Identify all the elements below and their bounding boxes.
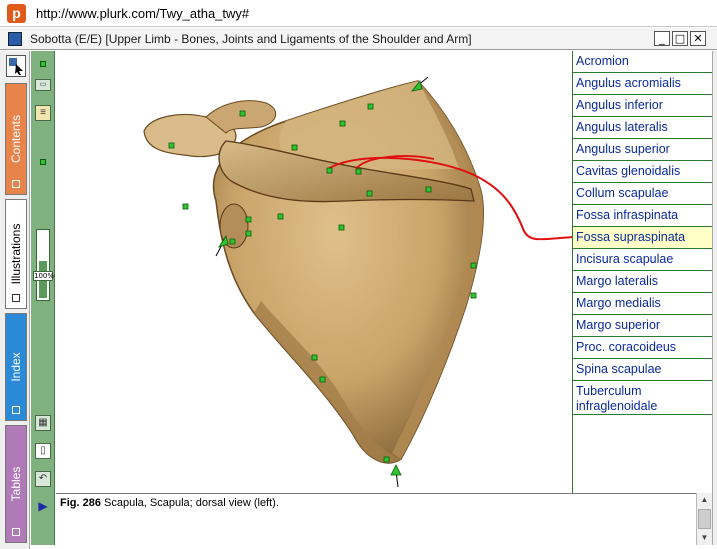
label-item-text: Margo lateralis [576, 274, 658, 288]
label-item[interactable]: Angulus superior [573, 139, 713, 161]
scapula-illustration [143, 76, 575, 488]
scroll-up-icon[interactable]: ▲ [697, 493, 712, 507]
label-item[interactable]: Fossa supraspinata [573, 227, 713, 249]
print-icon[interactable]: ▭ [35, 79, 51, 91]
label-list: Acromion Angulus acromialis Angulus inferi… [572, 51, 713, 493]
label-item[interactable]: Angulus inferior [573, 95, 713, 117]
pointer-tool-icon[interactable] [6, 55, 26, 77]
maximize-button[interactable]: □ [672, 31, 688, 46]
label-item-text: Spina scapulae [576, 362, 662, 376]
tab-index-marker-icon [12, 406, 20, 414]
label-item[interactable]: Tuberculum infraglenoidale [573, 381, 713, 415]
zoom-label: 100% [33, 271, 55, 281]
label-item[interactable]: Collum scapulae [573, 183, 713, 205]
label-item-text: Fossa infraspinata [576, 208, 679, 222]
scroll-thumb[interactable] [698, 509, 711, 529]
label-item[interactable]: Proc. coracoideus [573, 337, 713, 359]
tab-tables-label: Tables [9, 466, 23, 502]
tab-tables[interactable]: Tables [5, 425, 27, 543]
tab-illustrations[interactable]: Illustrations [5, 199, 27, 309]
arrow-marker-bottom [390, 464, 402, 488]
tools-bar: ▭ ≡ 100% ▦ ▯ ↶ ▶ [31, 51, 55, 545]
label-item[interactable]: Angulus lateralis [573, 117, 713, 139]
supraspinous-fossa [279, 81, 468, 170]
tab-contents-marker-icon [12, 180, 20, 188]
figure-caption: Fig. 286 Scapula, Scapula; dorsal view (… [56, 493, 696, 545]
label-item-text: Margo superior [576, 318, 661, 332]
tab-illustrations-marker-icon [12, 294, 20, 302]
grid-icon[interactable]: ▦ [35, 415, 51, 431]
label-item-text: Proc. coracoideus [576, 340, 677, 354]
figure-number: Fig. 286 [60, 497, 101, 509]
label-item[interactable]: Margo superior [573, 315, 713, 337]
window-title: Sobotta (E/E) [Upper Limb - Bones, Joint… [30, 32, 472, 46]
label-item-text: Tuberculum infraglenoidale [576, 384, 658, 413]
page-icon[interactable]: ▯ [35, 443, 51, 459]
marker-dot-icon [40, 159, 46, 165]
label-item-text: Fossa supraspinata [576, 230, 686, 244]
close-button[interactable]: ✕ [690, 31, 706, 46]
scroll-down-icon[interactable]: ▼ [697, 531, 712, 545]
label-item[interactable]: Margo medialis [573, 293, 713, 315]
illustration-view[interactable] [56, 51, 575, 493]
tab-illustrations-label: Illustrations [9, 223, 23, 285]
url-text[interactable]: http://www.plurk.com/Twy_atha_twy# [36, 6, 249, 21]
marker-dot-icon [40, 61, 46, 67]
label-item-text: Angulus acromialis [576, 76, 681, 90]
caption-scrollbar[interactable]: ▲ ▼ [696, 493, 712, 545]
tab-tables-marker-icon [12, 528, 20, 536]
notes-icon[interactable]: ≡ [35, 105, 51, 121]
label-item-text: Angulus lateralis [576, 120, 668, 134]
sobotta-app-icon [8, 32, 22, 46]
label-item[interactable]: Cavitas glenoidalis [573, 161, 713, 183]
window-titlebar: Sobotta (E/E) [Upper Limb - Bones, Joint… [0, 28, 717, 50]
url-bar[interactable]: p http://www.plurk.com/Twy_atha_twy# [0, 0, 717, 27]
left-tab-bar: Contents Illustrations Index Tables [0, 51, 30, 549]
label-item-text: Angulus superior [576, 142, 670, 156]
label-item[interactable]: Margo lateralis [573, 271, 713, 293]
tab-index-label: Index [9, 352, 23, 382]
label-item-text: Angulus inferior [576, 98, 663, 112]
label-item[interactable]: Angulus acromialis [573, 73, 713, 95]
tab-index[interactable]: Index [5, 313, 27, 421]
undo-icon[interactable]: ↶ [35, 471, 51, 487]
window-right-edge [712, 51, 717, 545]
zoom-slider[interactable] [36, 229, 50, 301]
label-item[interactable]: Fossa infraspinata [573, 205, 713, 227]
tab-contents-label: Contents [9, 114, 23, 164]
label-item[interactable]: Spina scapulae [573, 359, 713, 381]
label-item-text: Margo medialis [576, 296, 661, 310]
label-item-text: Cavitas glenoidalis [576, 164, 681, 178]
label-item-text: Acromion [576, 54, 629, 68]
play-icon[interactable]: ▶ [35, 499, 51, 515]
label-item-text: Collum scapulae [576, 186, 669, 200]
label-item[interactable]: Acromion [573, 51, 713, 73]
minimize-button[interactable]: _ [654, 31, 670, 46]
plurk-icon: p [7, 4, 26, 23]
tab-contents[interactable]: Contents [5, 83, 27, 195]
figure-caption-text: Scapula, Scapula; dorsal view (left). [104, 497, 279, 509]
label-item[interactable]: Incisura scapulae [573, 249, 713, 271]
label-item-text: Incisura scapulae [576, 252, 674, 266]
